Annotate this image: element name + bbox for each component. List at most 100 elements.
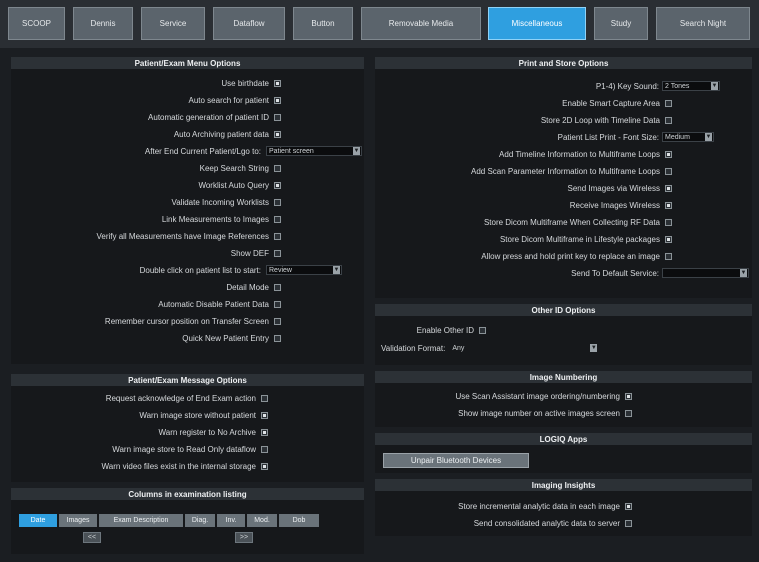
tab-miscellaneous[interactable]: Miscellaneous <box>488 7 586 40</box>
row-label: Add Timeline Information to Multiframe L… <box>499 149 660 159</box>
print-font-dropdown[interactable]: Medium ▼ <box>662 132 714 142</box>
store-2d-loop-checkbox[interactable] <box>665 116 672 124</box>
show-image-number-checkbox[interactable] <box>625 409 632 417</box>
tab-dataflow[interactable]: Dataflow <box>213 7 285 40</box>
tab-study[interactable]: Study <box>594 7 648 40</box>
chevron-down-icon: ▼ <box>590 344 598 352</box>
image-numbering-header: Image Numbering <box>375 371 752 383</box>
multiframe-lifestyle-checkbox[interactable] <box>665 235 672 243</box>
multiframe-rf-checkbox[interactable] <box>665 218 672 226</box>
message-options-header: Patient/Exam Message Options <box>11 374 364 386</box>
column-inv[interactable]: Inv. <box>217 514 245 527</box>
remember-cursor-checkbox[interactable] <box>274 317 281 325</box>
row-print-font: Patient List Print - Font Size: Medium ▼ <box>375 131 752 143</box>
message-options-panel: Patient/Exam Message Options Request ack… <box>11 374 364 482</box>
use-birthdate-checkbox[interactable] <box>274 79 281 87</box>
row-label: Double click on patient list to start: <box>139 265 261 275</box>
send-consolidated-checkbox[interactable] <box>625 519 632 527</box>
row-scan-assistant: Use Scan Assistant image ordering/number… <box>375 390 752 402</box>
keep-search-checkbox[interactable] <box>274 164 281 172</box>
request-ack-checkbox[interactable] <box>261 394 268 402</box>
detail-mode-checkbox[interactable] <box>274 283 281 291</box>
scroll-right-button[interactable]: >> <box>235 532 253 543</box>
hold-print-checkbox[interactable] <box>665 252 672 260</box>
warn-video-checkbox[interactable] <box>261 462 268 470</box>
show-def-checkbox[interactable] <box>274 249 281 257</box>
tab-dennis[interactable]: Dennis <box>73 7 133 40</box>
row-label: Add Scan Parameter Information to Multif… <box>471 166 660 176</box>
verify-measurements-checkbox[interactable] <box>274 232 281 240</box>
tab-removable-media[interactable]: Removable Media <box>361 7 481 40</box>
image-numbering-panel: Image Numbering Use Scan Assistant image… <box>375 371 752 427</box>
menu-options-header: Patient/Exam Menu Options <box>11 57 364 69</box>
column-diag[interactable]: Diag. <box>185 514 215 527</box>
row-auto-gen-id: Automatic generation of patient ID <box>11 111 364 123</box>
auto-archiving-checkbox[interactable] <box>274 130 281 138</box>
row-label: Auto search for patient <box>188 95 270 105</box>
column-mod[interactable]: Mod. <box>247 514 277 527</box>
auto-search-checkbox[interactable] <box>274 96 281 104</box>
warn-no-archive-checkbox[interactable] <box>261 428 268 436</box>
column-dob[interactable]: Dob <box>279 514 319 527</box>
auto-gen-id-checkbox[interactable] <box>274 113 281 121</box>
warn-no-patient-checkbox[interactable] <box>261 411 268 419</box>
row-label: Automatic Disable Patient Data <box>158 299 269 309</box>
row-label: Verify all Measurements have Image Refer… <box>96 231 269 241</box>
row-label: Store Dicom Multiframe When Collecting R… <box>483 217 660 227</box>
validation-format-dropdown[interactable]: Any ▼ <box>449 343 600 353</box>
row-hold-print: Allow press and hold print key to replac… <box>375 250 752 262</box>
tab-scoop[interactable]: SCOOP <box>8 7 65 40</box>
tab-service[interactable]: Service <box>141 7 205 40</box>
worklist-auto-checkbox[interactable] <box>274 181 281 189</box>
row-smart-capture: Enable Smart Capture Area <box>375 97 752 109</box>
row-label: Use birthdate <box>221 78 269 88</box>
row-label: Send consolidated analytic data to serve… <box>473 518 620 528</box>
row-label: Warn image store without patient <box>139 410 256 420</box>
row-validation-format: Validation Format: Any ▼ <box>375 342 752 354</box>
row-label: Enable Other ID <box>416 325 474 335</box>
scan-assistant-checkbox[interactable] <box>625 392 632 400</box>
enable-other-id-checkbox[interactable] <box>479 326 486 334</box>
tab-search-night[interactable]: Search Night <box>656 7 750 40</box>
row-label: Keep Search String <box>199 163 269 173</box>
row-use-birthdate: Use birthdate <box>11 77 364 89</box>
key-sound-dropdown[interactable]: 2 Tones ▼ <box>662 81 720 91</box>
auto-disable-checkbox[interactable] <box>274 300 281 308</box>
row-auto-archiving: Auto Archiving patient data <box>11 128 364 140</box>
send-wireless-checkbox[interactable] <box>665 184 672 192</box>
store-incremental-checkbox[interactable] <box>625 502 632 510</box>
row-label: Validate Incoming Worklists <box>171 197 269 207</box>
after-end-patient-dropdown[interactable]: Patient screen ▼ <box>266 146 362 156</box>
row-label: Enable Smart Capture Area <box>562 98 660 108</box>
scroll-left-button[interactable]: << <box>83 532 101 543</box>
column-date[interactable]: Date <box>19 514 57 527</box>
row-remember-cursor: Remember cursor position on Transfer Scr… <box>11 315 364 327</box>
row-after-end-patient: After End Current Patient/Lgo to: Patien… <box>11 145 364 157</box>
receive-wireless-checkbox[interactable] <box>665 201 672 209</box>
double-click-dropdown[interactable]: Review ▼ <box>266 265 342 275</box>
row-warn-no-archive: Warn register to No Archive <box>11 426 364 438</box>
default-service-dropdown[interactable]: ▼ <box>662 268 749 278</box>
row-auto-search: Auto search for patient <box>11 94 364 106</box>
row-quick-new-patient: Quick New Patient Entry <box>11 332 364 344</box>
link-measurements-checkbox[interactable] <box>274 215 281 223</box>
warn-read-only-checkbox[interactable] <box>261 445 268 453</box>
row-store-2d-loop: Store 2D Loop with Timeline Data <box>375 114 752 126</box>
column-exam-description[interactable]: Exam Description <box>99 514 183 527</box>
logiq-apps-header: LOGIQ Apps <box>375 433 752 445</box>
validate-worklists-checkbox[interactable] <box>274 198 281 206</box>
row-show-image-number: Show image number on active images scree… <box>375 407 752 419</box>
timeline-info-checkbox[interactable] <box>665 150 672 158</box>
quick-new-patient-checkbox[interactable] <box>274 334 281 342</box>
smart-capture-checkbox[interactable] <box>665 99 672 107</box>
row-label: Auto Archiving patient data <box>173 129 269 139</box>
unpair-bluetooth-button[interactable]: Unpair Bluetooth Devices <box>383 453 529 468</box>
row-label: Quick New Patient Entry <box>182 333 269 343</box>
row-receive-wireless: Receive Images Wireless <box>375 199 752 211</box>
scan-param-checkbox[interactable] <box>665 167 672 175</box>
dropdown-value: Patient screen <box>269 147 314 155</box>
row-label: Warn video files exist in the internal s… <box>101 461 256 471</box>
column-images[interactable]: Images <box>59 514 97 527</box>
chevron-down-icon: ▼ <box>740 269 747 277</box>
tab-button[interactable]: Button <box>293 7 353 40</box>
